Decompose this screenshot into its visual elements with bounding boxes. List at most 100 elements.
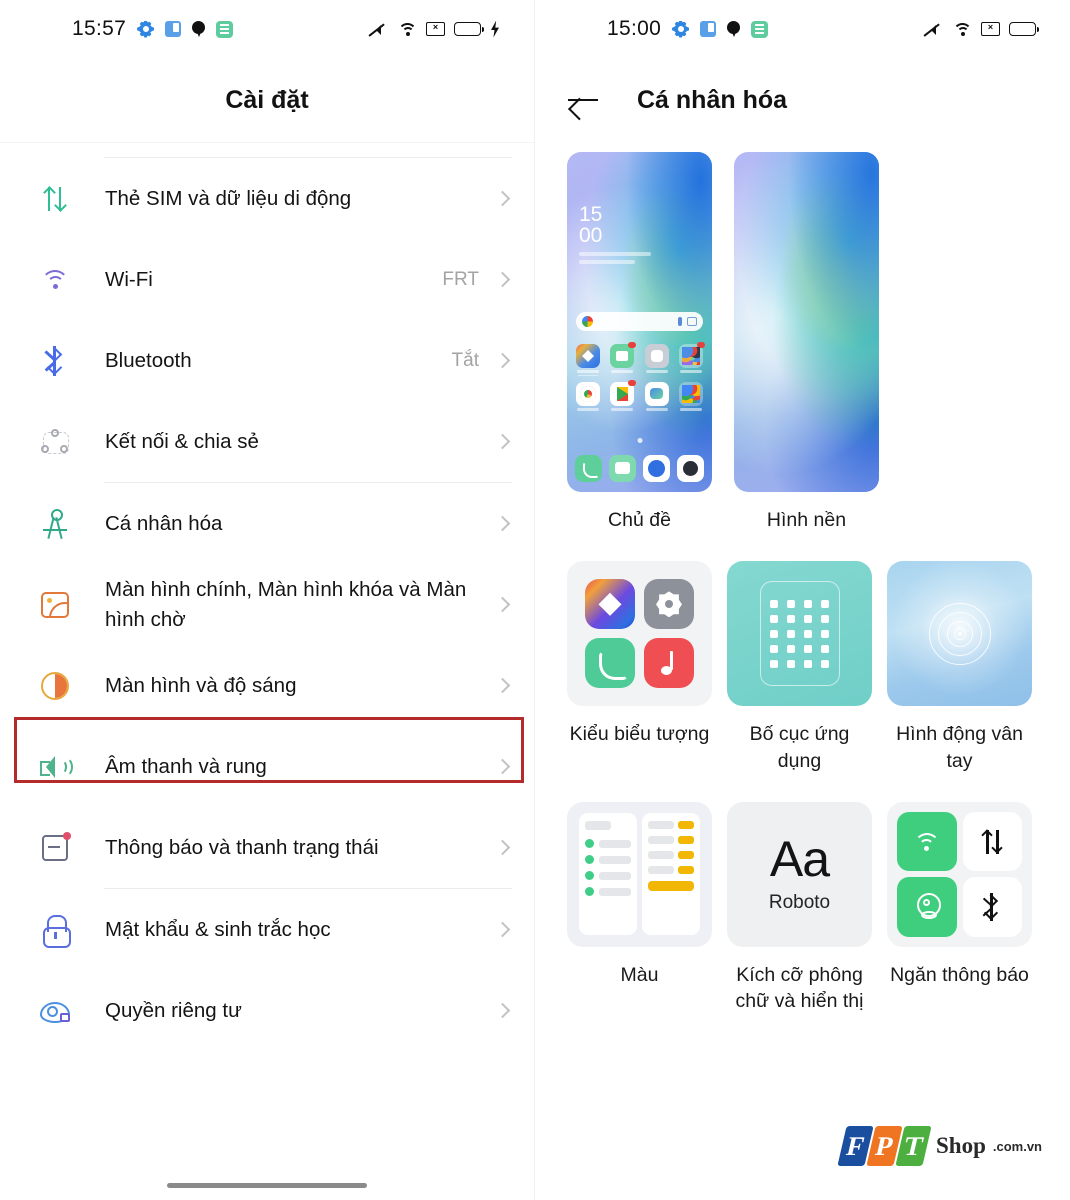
row-label: Wi-Fi bbox=[105, 267, 153, 291]
mute-icon bbox=[368, 21, 389, 38]
settings-row-sound[interactable]: Âm thanh và rung bbox=[0, 726, 534, 807]
settings-app-icon bbox=[644, 344, 669, 368]
settings-icon bbox=[644, 579, 694, 630]
chevron-right-icon bbox=[494, 271, 511, 288]
settings-screen: 15:57 × Cài đặt Thẻ SIM và dữ liệu di độ… bbox=[0, 0, 535, 1200]
status-bar-left: 15:57 × bbox=[0, 0, 534, 58]
chevron-right-icon bbox=[494, 839, 511, 856]
chevron-right-icon bbox=[494, 515, 511, 532]
app-label bbox=[679, 370, 702, 373]
mute-icon bbox=[923, 21, 944, 38]
row-value: FRT bbox=[442, 268, 479, 290]
notification-panel-preview bbox=[887, 801, 1032, 947]
settings-row-wifi[interactable]: Wi-Fi FRT bbox=[0, 239, 534, 320]
cell-label: Kích cỡ phông chữ và hiển thị bbox=[735, 963, 864, 1013]
back-arrow-icon[interactable] bbox=[567, 87, 599, 113]
preview-app-grid bbox=[574, 342, 705, 411]
cell-notification-panel[interactable]: Ngăn thông báo bbox=[887, 801, 1032, 1015]
row-label: Quyền riêng tư bbox=[105, 998, 242, 1022]
quick-toggle-wifi bbox=[897, 811, 957, 872]
music-icon bbox=[644, 638, 694, 689]
preview-app-row bbox=[574, 342, 705, 373]
lens-camera-icon bbox=[687, 317, 697, 326]
settings-row-connection-share[interactable]: Kết nối & chia sẻ bbox=[0, 401, 534, 482]
cell-theme[interactable]: 15 00 Chủ đề bbox=[567, 152, 712, 533]
layout-grid bbox=[759, 581, 840, 687]
cell-icon-style[interactable]: Kiểu biểu tượng bbox=[567, 561, 712, 774]
status-time: 15:57 bbox=[72, 17, 127, 40]
sim-card-icon bbox=[36, 185, 74, 213]
phone-icon bbox=[585, 638, 635, 689]
app-layout-preview bbox=[727, 561, 872, 707]
google-folder-icon bbox=[678, 382, 703, 406]
preview-app bbox=[608, 342, 637, 373]
connection-share-icon bbox=[36, 428, 74, 455]
settings-row-personalization[interactable]: Cá nhân hóa bbox=[0, 483, 534, 564]
settings-row-sim[interactable]: Thẻ SIM và dữ liệu di động bbox=[0, 158, 534, 239]
app-label bbox=[611, 370, 634, 373]
cell-label: Hình nền bbox=[766, 509, 847, 531]
cell-font-size[interactable]: Aa Roboto Kích cỡ phông chữ và hiển thị bbox=[727, 801, 872, 1015]
row-label: Âm thanh và rung bbox=[105, 754, 267, 778]
camera-dock-icon bbox=[677, 455, 704, 482]
chevron-right-icon bbox=[494, 1002, 511, 1019]
status-bar-right: 15:00 × bbox=[535, 0, 1070, 58]
messages-app-icon bbox=[644, 382, 669, 406]
tools-folder-icon bbox=[678, 342, 705, 368]
status-time: 15:00 bbox=[607, 17, 662, 40]
fpt-domain-text: .com.vn bbox=[992, 1138, 1042, 1154]
personalization-row-3: Màu Aa Roboto Kích cỡ phông chữ và hiển … bbox=[567, 801, 1042, 1015]
cell-app-layout[interactable]: Bố cục ứng dụng bbox=[727, 561, 872, 774]
grid-row bbox=[769, 659, 830, 668]
browser-dock-icon bbox=[643, 455, 670, 482]
home-screen-icon bbox=[36, 591, 74, 618]
settings-row-home-screen[interactable]: Màn hình chính, Màn hình khóa và Màn hìn… bbox=[0, 564, 534, 645]
cell-fingerprint-animation[interactable]: Hình động vân tay bbox=[887, 561, 1032, 774]
cell-label: Kiểu biểu tượng bbox=[569, 723, 710, 746]
settings-row-password-biometrics[interactable]: Mật khẩu & sinh trắc học bbox=[0, 889, 534, 970]
mobile-data-icon bbox=[980, 828, 1004, 856]
row-label: Cá nhân hóa bbox=[105, 511, 223, 535]
cell-wallpaper[interactable]: Hình nền bbox=[734, 152, 879, 533]
settings-row-notifications[interactable]: Thông báo và thanh trạng thái bbox=[0, 807, 534, 888]
settings-row-bluetooth[interactable]: Bluetooth Tắt bbox=[0, 320, 534, 401]
grid-row bbox=[769, 629, 830, 638]
preview-app bbox=[677, 382, 705, 411]
personalization-row-2: Kiểu biểu tượng Bố cục ứng dụng Hình độn… bbox=[567, 561, 1042, 774]
app-market-icon bbox=[610, 342, 637, 368]
wifi-icon bbox=[953, 22, 972, 37]
wallpaper-preview bbox=[734, 152, 879, 492]
notification-icon bbox=[36, 831, 74, 861]
wifi-icon bbox=[398, 22, 417, 37]
preview-app bbox=[608, 380, 637, 411]
app-label bbox=[611, 408, 634, 411]
grid-row bbox=[769, 644, 830, 653]
icon-style-preview bbox=[567, 561, 712, 707]
settings-row-display-brightness[interactable]: Màn hình và độ sáng bbox=[0, 645, 534, 726]
fpt-shop-text: Shop bbox=[936, 1133, 986, 1158]
quick-toggle-bluetooth bbox=[962, 877, 1022, 937]
quick-toggle-mobile-data bbox=[962, 811, 1022, 872]
x-box-icon: × bbox=[426, 22, 445, 36]
cell-color[interactable]: Màu bbox=[567, 801, 712, 1015]
wifi-icon bbox=[36, 269, 74, 291]
preview-app bbox=[677, 342, 705, 373]
preview-dock bbox=[575, 455, 704, 482]
status-bar-left-group: 15:00 bbox=[607, 17, 769, 41]
wifi-icon bbox=[913, 832, 940, 852]
sound-icon bbox=[36, 755, 74, 779]
chevron-right-icon bbox=[494, 677, 511, 694]
preview-search-actions bbox=[678, 317, 697, 326]
location-icon bbox=[915, 893, 941, 921]
preview-app bbox=[574, 382, 602, 411]
quick-toggle-location bbox=[897, 877, 957, 937]
green-app-icon bbox=[216, 20, 234, 38]
app-label bbox=[645, 408, 668, 411]
cell-label: Bố cục ứng dụng bbox=[749, 723, 850, 772]
row-label: Mật khẩu & sinh trắc học bbox=[105, 917, 331, 941]
panel-header bbox=[585, 821, 611, 831]
settings-row-privacy[interactable]: Quyền riêng tư bbox=[0, 970, 534, 1051]
app-label bbox=[645, 370, 668, 373]
grid-row bbox=[769, 599, 830, 608]
chevron-right-icon bbox=[494, 433, 511, 450]
